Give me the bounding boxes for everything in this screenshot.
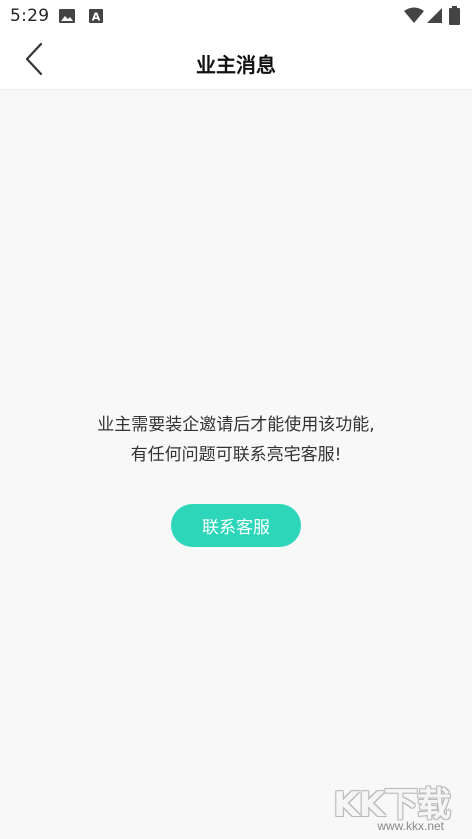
status-bar: 5:29 A [0,0,472,33]
message-line-2: 有任何问题可联系亮宅客服! [130,445,342,465]
navigation-bar: 业主消息 [0,33,472,90]
signal-icon [427,7,443,28]
message-line-1: 业主需要装企邀请后才能使用该功能, [97,415,375,435]
a-badge-icon: A [88,8,104,28]
contact-service-button[interactable]: 联系客服 [171,504,301,547]
page-title: 业主消息 [196,53,276,77]
watermark: KK下载 www.kkx.net [320,777,460,833]
image-icon [58,8,76,28]
wifi-icon [404,7,424,28]
watermark-url: www.kkx.net [377,819,444,833]
permission-message: 业主需要装企邀请后才能使用该功能, 有任何问题可联系亮宅客服! [0,410,472,470]
battery-icon [449,6,460,29]
svg-text:A: A [92,11,101,24]
status-time: 5:29 [10,6,50,26]
